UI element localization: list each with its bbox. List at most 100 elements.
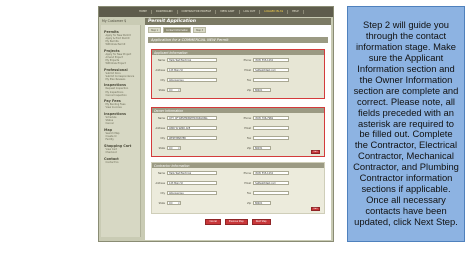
text-input[interactable]: Albuquerque xyxy=(167,78,217,83)
text-input[interactable]: 80031 xyxy=(253,146,271,151)
sidebar-link[interactable]: View Invoices xyxy=(104,106,137,109)
sidebar: Permits Apply for New Permit Apply & Print… xyxy=(101,25,141,237)
step-indicator: Step 1 Contact Information Step 3 xyxy=(145,25,331,35)
owner-field-row: Name CITY OF WESTMINSTER BUILDING xyxy=(154,116,217,121)
top-nav-tab[interactable]: View Cart xyxy=(216,10,240,14)
field-label: City xyxy=(160,136,165,140)
contractor-heading: Contractor Information xyxy=(152,163,324,168)
step-tab[interactable]: Contact Information xyxy=(163,27,191,34)
top-nav-tab[interactable]: Dashboard xyxy=(152,10,178,14)
applicant-field-row: Email halltest@test.com xyxy=(240,68,289,73)
step-tab[interactable]: Step 1 xyxy=(148,27,162,34)
page-title: Permit Application xyxy=(145,18,331,25)
main-content: Permit Application Step 1 Contact Informa… xyxy=(145,18,331,240)
top-nav-tab[interactable]: Logged In As xyxy=(260,10,289,14)
next-step-button[interactable]: Next Step xyxy=(251,219,271,225)
applicant-section: Applicant Information Name Halls Test Ele… xyxy=(151,49,325,99)
owner-field-row: Address 4800 W 92ND AVE xyxy=(154,126,217,131)
text-input[interactable]: (303) 555-1234 xyxy=(253,58,289,63)
applicant-field-row: Fax xyxy=(240,78,289,83)
sidebar-link[interactable]: Contact Us xyxy=(104,161,137,164)
field-label: Fax xyxy=(246,136,251,140)
field-label: Email xyxy=(244,181,251,185)
field-label: Address xyxy=(155,68,165,72)
applicant-heading: Applicant Information xyxy=(152,50,324,55)
contractor-field-row: City Albuquerque xyxy=(154,191,217,196)
contractor-field-row: Address 123 Main St xyxy=(154,181,217,186)
applicant-field-row: Phone (303) 555-1234 xyxy=(240,58,289,63)
application-screenshot: Home Dashboard Contractor Profile View Cart… xyxy=(98,6,334,242)
text-input[interactable]: Halls Test Electrical xyxy=(167,58,217,63)
field-label: Phone xyxy=(243,116,251,120)
text-input[interactable]: 123 Main St xyxy=(167,181,217,186)
text-input[interactable]: halltest@test.com xyxy=(253,181,289,186)
text-input[interactable]: 4800 W 92ND AVE xyxy=(167,126,217,131)
field-label: State xyxy=(158,146,165,150)
owner-field-row: City WESTMINSTER xyxy=(154,136,217,141)
owner-field-row: State CO xyxy=(154,146,181,151)
field-label: Phone xyxy=(243,58,251,62)
field-label: Name xyxy=(157,116,165,120)
application-heading: Application for a COMMERCIAL NEW Permit xyxy=(148,37,328,44)
previous-step-button[interactable]: Previous Step xyxy=(224,219,248,225)
contractor-field-row: Zip 80401 xyxy=(240,201,271,206)
text-input[interactable] xyxy=(253,78,289,83)
sidebar-link[interactable]: My Plan Reviews xyxy=(104,78,137,81)
sidebar-link[interactable]: Cancel Inspection xyxy=(104,94,137,97)
text-input[interactable]: 80401 xyxy=(253,88,271,93)
top-nav-tab[interactable]: Log Out xyxy=(240,10,261,14)
contractor-field-row: Phone (303) 555-1234 xyxy=(240,171,289,176)
sidebar-link[interactable]: Withdraw Project xyxy=(104,62,137,65)
owner-field-row: Email xyxy=(240,126,289,131)
field-label: Address xyxy=(155,126,165,130)
owner-section: Owner Information Name CITY OF WESTMINSTE… xyxy=(151,107,325,157)
sidebar-link[interactable]: Facility xyxy=(104,138,137,141)
top-nav-tab[interactable]: Help xyxy=(288,10,304,14)
text-input[interactable] xyxy=(253,191,289,196)
sidebar-link[interactable]: Withdraw Permit xyxy=(104,43,137,46)
field-label: Zip xyxy=(247,201,251,205)
text-input[interactable] xyxy=(253,136,289,141)
field-label: Address xyxy=(155,181,165,185)
state-select[interactable]: CO xyxy=(167,146,181,151)
text-input[interactable]: WESTMINSTER xyxy=(167,136,217,141)
text-input[interactable]: (303) 706-7969 xyxy=(253,116,289,121)
field-label: Name xyxy=(157,171,165,175)
instruction-callout: Step 2 will guide you through the contac… xyxy=(347,6,465,242)
text-input[interactable] xyxy=(253,126,289,131)
sidebar-link[interactable]: Checkout xyxy=(104,151,137,154)
sidebar-link[interactable]: Cancel xyxy=(104,122,137,125)
applicant-field-row: Zip 80401 xyxy=(240,88,271,93)
state-select[interactable]: CO xyxy=(167,201,181,206)
field-label: Name xyxy=(157,58,165,62)
top-nav-tab[interactable]: Contractor Profile xyxy=(178,10,217,14)
owner-field-row: Phone (303) 706-7969 xyxy=(240,116,289,121)
text-input[interactable]: Halls Test Electrical xyxy=(167,171,217,176)
field-label: City xyxy=(160,191,165,195)
text-input[interactable]: halltest@test.com xyxy=(253,68,289,73)
field-label: Zip xyxy=(247,88,251,92)
field-label: Fax xyxy=(246,78,251,82)
contractor-edit-button[interactable]: Edit xyxy=(311,207,320,211)
applicant-field-row: Name Halls Test Electrical xyxy=(154,58,217,63)
owner-edit-button[interactable]: Edit xyxy=(311,150,320,154)
step-tab[interactable]: Step 3 xyxy=(192,27,207,34)
field-label: City xyxy=(160,78,165,82)
text-input[interactable]: Albuquerque xyxy=(167,191,217,196)
owner-field-row: Fax xyxy=(240,136,289,141)
state-select[interactable]: CO xyxy=(167,88,181,93)
field-label: Email xyxy=(244,68,251,72)
field-label: Phone xyxy=(243,171,251,175)
text-input[interactable]: 123 Main St xyxy=(167,68,217,73)
contractor-field-row: Name Halls Test Electrical xyxy=(154,171,217,176)
text-input[interactable]: 80401 xyxy=(253,201,271,206)
text-input[interactable]: (303) 555-1234 xyxy=(253,171,289,176)
contractor-field-row: Fax xyxy=(240,191,289,196)
field-label: Zip xyxy=(247,146,251,150)
field-label: State xyxy=(158,201,165,205)
cancel-button[interactable]: Cancel xyxy=(205,219,221,225)
text-input[interactable]: CITY OF WESTMINSTER BUILDING xyxy=(167,116,217,121)
top-nav-tab[interactable]: Home xyxy=(135,10,152,14)
applicant-field-row: Address 123 Main St xyxy=(154,68,217,73)
step-navigation: Cancel Previous Step Next Step xyxy=(145,219,331,225)
